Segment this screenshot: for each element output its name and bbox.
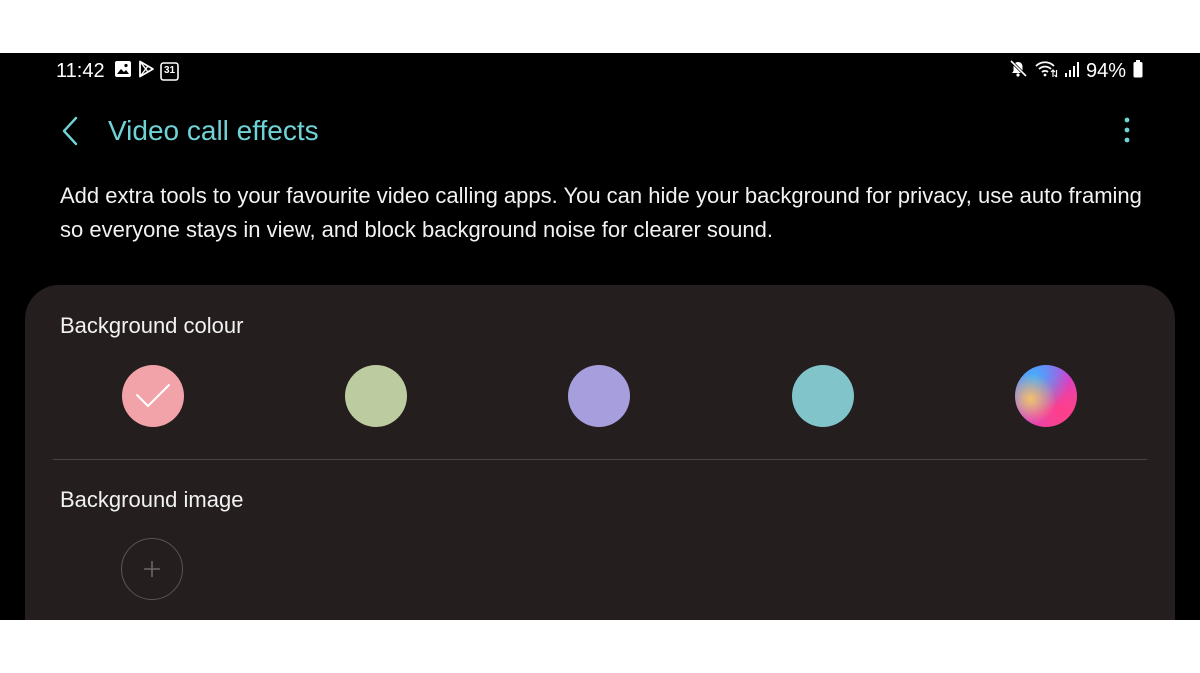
- chevron-left-icon: [62, 116, 78, 146]
- calendar-day: 31: [163, 65, 176, 76]
- check-icon: [136, 384, 170, 407]
- status-notification-icons: 31: [114, 60, 179, 83]
- status-time: 11:42: [56, 60, 105, 82]
- gallery-icon: [114, 60, 132, 83]
- battery-percent: 94%: [1085, 60, 1126, 82]
- battery-icon: [1132, 59, 1144, 84]
- colour-swatch-green[interactable]: [345, 365, 407, 427]
- description: Add extra tools to your favourite video …: [60, 183, 1142, 242]
- page-title: Video call effects: [108, 115, 319, 146]
- more-vertical-icon: [1124, 117, 1130, 143]
- play-store-icon: [137, 60, 155, 83]
- status-bar: 11:42 31 94%: [0, 53, 1200, 87]
- status-system-icons: 94%: [1008, 59, 1144, 84]
- calendar-icon: 31: [160, 62, 179, 81]
- colour-swatch-gradient[interactable]: [1015, 365, 1077, 427]
- background-settings-card: Background colour Background image: [25, 285, 1175, 620]
- signal-icon: [1064, 60, 1080, 83]
- divider: [53, 459, 1147, 460]
- background-image-label: Background image: [60, 487, 244, 512]
- back-button[interactable]: [58, 114, 84, 148]
- colour-swatch-teal[interactable]: [792, 365, 854, 427]
- screen: 11:42 31 94% Video call effects Add extr…: [0, 53, 1200, 620]
- wifi-icon: [1034, 59, 1058, 84]
- more-options-button[interactable]: [1114, 115, 1140, 149]
- colour-swatch-purple[interactable]: [568, 365, 630, 427]
- colour-swatch-pink[interactable]: [122, 365, 184, 427]
- mute-icon: [1008, 59, 1028, 84]
- plus-icon: [144, 561, 160, 577]
- background-colour-label: Background colour: [60, 313, 244, 338]
- add-background-image-button[interactable]: [121, 538, 183, 600]
